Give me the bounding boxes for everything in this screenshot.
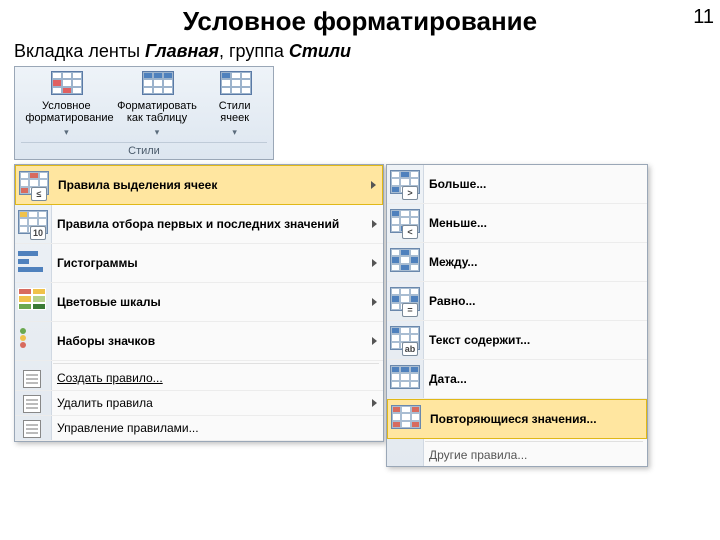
- menu-label: Цветовые шкалы: [57, 295, 161, 309]
- data-bars-icon: [18, 249, 48, 277]
- menu-label: Создать правило...: [57, 371, 163, 385]
- submenu-label: Меньше...: [429, 216, 487, 230]
- submenu-label: Между...: [429, 255, 477, 269]
- color-scales-icon: [18, 288, 48, 316]
- equal-to-icon: =: [390, 287, 420, 315]
- conditional-formatting-button[interactable]: Условное форматирование ▾: [25, 71, 107, 138]
- menu-color-scales[interactable]: Цветовые шкалы: [15, 283, 383, 322]
- submenu-label: Текст содержит...: [429, 333, 530, 347]
- submenu-arrow-icon: [372, 337, 377, 345]
- subtitle-mid: , группа: [219, 41, 289, 61]
- cell-styles-button[interactable]: Стили ячеек ▾: [207, 71, 263, 138]
- menu-top-bottom-rules[interactable]: 10 Правила отбора первых и последних зна…: [15, 205, 383, 244]
- duplicate-values-icon: [391, 405, 421, 433]
- clear-rules-icon: [23, 395, 41, 411]
- less-than-icon: <: [390, 209, 420, 237]
- submenu-arrow-icon: [372, 298, 377, 306]
- greater-than-icon: >: [390, 170, 420, 198]
- submenu-duplicate-values[interactable]: Повторяющиеся значения...: [387, 399, 647, 439]
- subtitle-tab: Главная: [145, 41, 219, 61]
- submenu-arrow-icon: [371, 181, 376, 189]
- submenu-greater-than[interactable]: > Больше...: [387, 165, 647, 204]
- conditional-formatting-menu: ≤ Правила выделения ячеек 10 Правила отб…: [14, 164, 384, 442]
- menu-icon-sets[interactable]: Наборы значков: [15, 322, 383, 361]
- manage-rules-icon: [23, 420, 41, 436]
- submenu-text-contains[interactable]: ab Текст содержит...: [387, 321, 647, 360]
- submenu-more-rules[interactable]: Другие правила...: [387, 444, 647, 466]
- date-icon: [390, 365, 420, 393]
- subtitle-prefix: Вкладка ленты: [14, 41, 145, 61]
- dropdown-caret-icon: ▾: [25, 126, 107, 138]
- format-as-table-label: Форматировать как таблицу: [116, 100, 198, 124]
- submenu-label: Дата...: [429, 372, 467, 386]
- top-bottom-icon: 10: [18, 210, 48, 238]
- submenu-arrow-icon: [372, 399, 377, 407]
- menu-label: Правила выделения ячеек: [58, 178, 217, 192]
- ribbon-group-label: Стили: [21, 142, 267, 157]
- submenu-date-occurring[interactable]: Дата...: [387, 360, 647, 399]
- menu-highlight-cells-rules[interactable]: ≤ Правила выделения ячеек: [15, 165, 383, 205]
- submenu-label: Равно...: [429, 294, 475, 308]
- submenu-between[interactable]: Между...: [387, 243, 647, 282]
- menu-clear-rules[interactable]: Удалить правила: [15, 391, 383, 416]
- menu-manage-rules[interactable]: Управление правилами...: [15, 416, 383, 441]
- submenu-equal-to[interactable]: = Равно...: [387, 282, 647, 321]
- submenu-arrow-icon: [372, 220, 377, 228]
- menu-label: Гистограммы: [57, 256, 138, 270]
- format-as-table-button[interactable]: Форматировать как таблицу ▾: [116, 71, 198, 138]
- highlight-cells-icon: ≤: [19, 171, 49, 199]
- subtitle: Вкладка ленты Главная, группа Стили: [14, 41, 720, 62]
- menu-data-bars[interactable]: Гистограммы: [15, 244, 383, 283]
- menu-label: Правила отбора первых и последних значен…: [57, 217, 339, 231]
- submenu-label: Больше...: [429, 177, 486, 191]
- menu-new-rule[interactable]: Создать правило...: [15, 366, 383, 391]
- menu-label: Управление правилами...: [57, 421, 199, 435]
- text-contains-icon: ab: [390, 326, 420, 354]
- conditional-formatting-label: Условное форматирование: [25, 100, 107, 124]
- dropdown-caret-icon: ▾: [116, 126, 198, 138]
- menu-label: Наборы значков: [57, 334, 155, 348]
- ribbon-styles-group: Условное форматирование ▾ Форматировать …: [14, 66, 274, 160]
- subtitle-group: Стили: [289, 41, 351, 61]
- cell-styles-label: Стили ячеек: [207, 100, 263, 124]
- new-rule-icon: [23, 370, 41, 386]
- menu-label: Удалить правила: [57, 396, 153, 410]
- icon-sets-icon: [18, 327, 48, 355]
- between-icon: [390, 248, 420, 276]
- submenu-less-than[interactable]: < Меньше...: [387, 204, 647, 243]
- page-number: 11: [693, 6, 714, 29]
- submenu-arrow-icon: [372, 259, 377, 267]
- dropdown-caret-icon: ▾: [207, 126, 263, 138]
- page-title: Условное форматирование: [0, 6, 720, 37]
- highlight-cells-submenu: > Больше... < Меньше... Между... = Равно…: [386, 164, 648, 467]
- submenu-label: Повторяющиеся значения...: [430, 412, 597, 426]
